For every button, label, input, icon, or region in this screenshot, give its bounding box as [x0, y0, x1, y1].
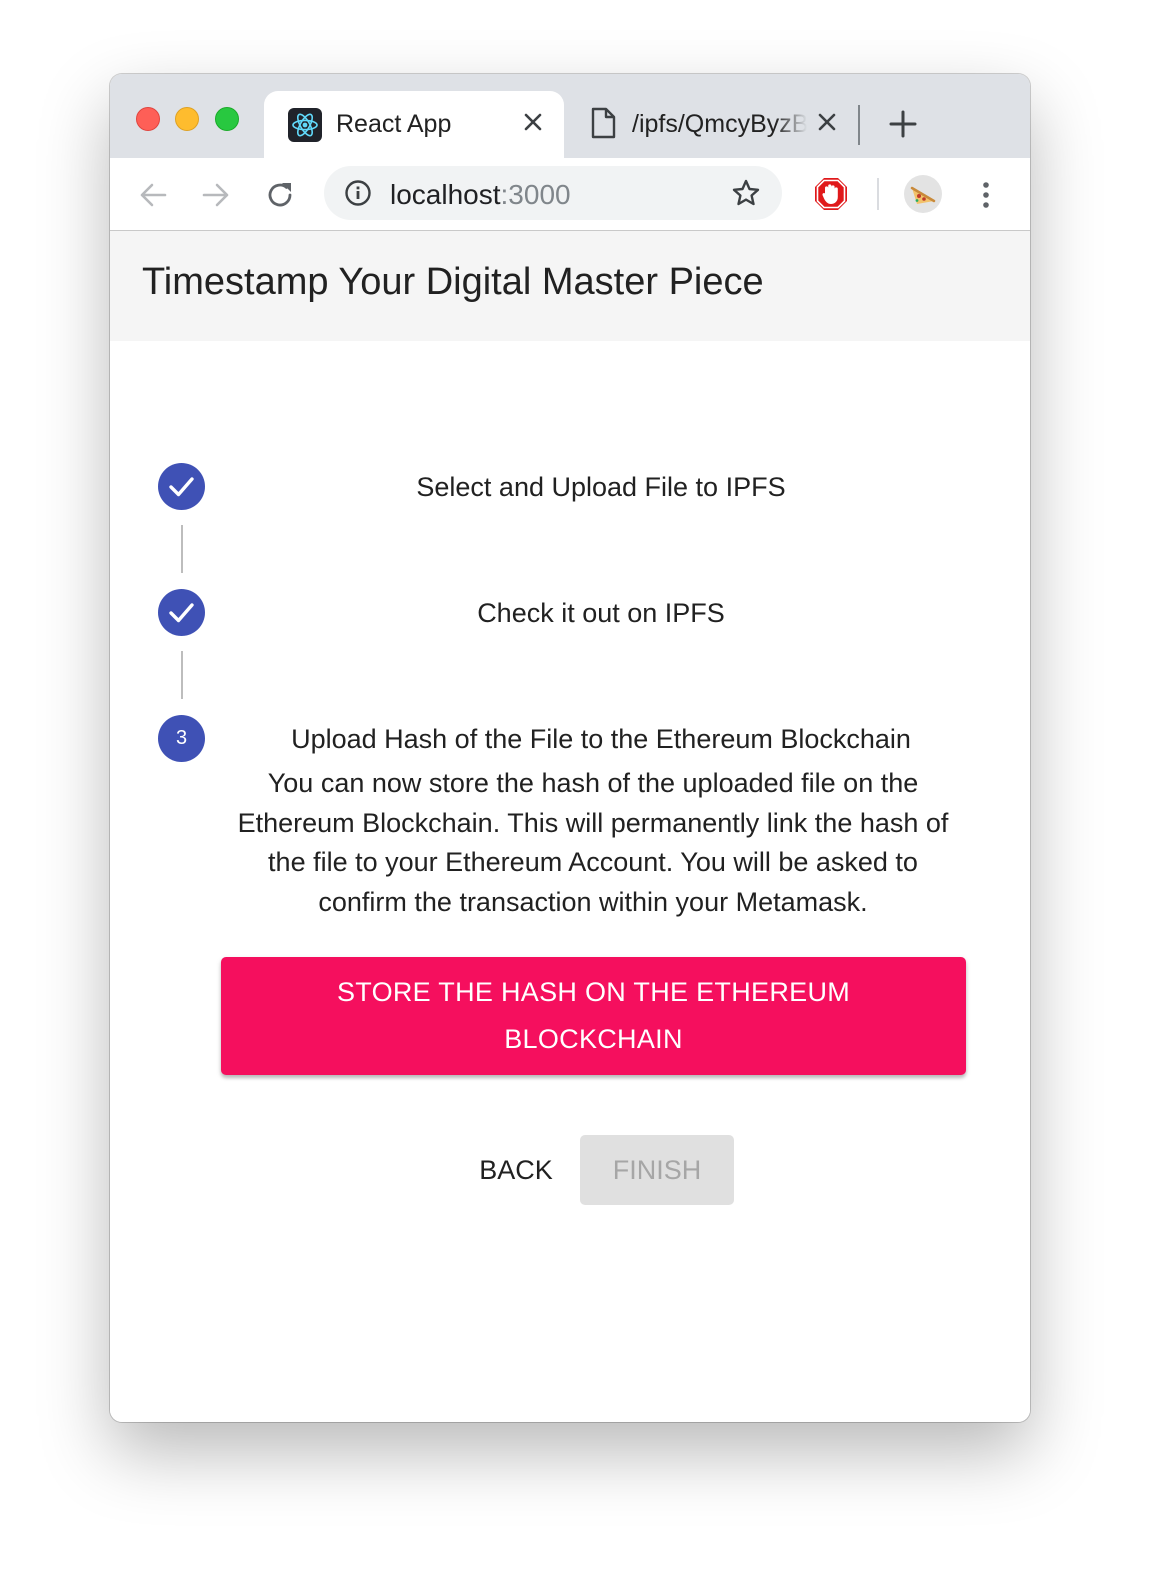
page-content: Timestamp Your Digital Master Piece Sele… — [110, 231, 1030, 1422]
tab-separator — [858, 105, 860, 145]
toolbar-separator — [877, 178, 879, 210]
step-2[interactable]: Check it out on IPFS — [110, 589, 1030, 637]
close-tab-icon[interactable] — [812, 107, 842, 137]
step-label: Upload Hash of the File to the Ethereum … — [291, 724, 911, 754]
step-label: Select and Upload File to IPFS — [416, 472, 786, 502]
stop-hand-icon[interactable] — [813, 176, 849, 212]
step-completed-check-icon — [158, 589, 205, 636]
plus-icon[interactable] — [887, 108, 919, 140]
step-number: 3 — [158, 715, 205, 762]
browser-toolbar: localhost:3000 — [110, 158, 1030, 231]
page-title: Timestamp Your Digital Master Piece — [142, 261, 764, 303]
address-bar[interactable]: localhost:3000 — [324, 166, 782, 220]
app-bar: Timestamp Your Digital Master Piece — [110, 231, 1030, 341]
step-completed-check-icon — [158, 463, 205, 510]
tab-strip: React App /ipfs/QmcyByzBq — [110, 74, 1030, 158]
tab-react-app[interactable]: React App — [264, 91, 564, 158]
document-icon — [588, 106, 618, 140]
window-close-button[interactable] — [136, 107, 160, 131]
arrow-left-icon[interactable] — [137, 179, 169, 211]
tab-title: /ipfs/QmcyByzBq — [632, 110, 807, 138]
browser-window: React App /ipfs/QmcyByzBq localhost:3000… — [110, 74, 1030, 1422]
window-maximize-button[interactable] — [215, 107, 239, 131]
window-minimize-button[interactable] — [175, 107, 199, 131]
step-1[interactable]: Select and Upload File to IPFS — [110, 463, 1030, 511]
step-connector — [181, 525, 183, 573]
step-label: Check it out on IPFS — [477, 598, 725, 628]
star-icon[interactable] — [731, 178, 761, 208]
finish-button[interactable]: FINISH — [580, 1135, 734, 1205]
step-connector — [181, 651, 183, 699]
store-hash-button[interactable]: STORE THE HASH ON THE ETHEREUM BLOCKCHAI… — [221, 957, 966, 1075]
tab-ipfs[interactable]: /ipfs/QmcyByzBq — [572, 91, 852, 158]
back-button[interactable]: BACK — [460, 1135, 572, 1205]
close-tab-icon[interactable] — [518, 107, 548, 137]
url-port: :3000 — [500, 179, 571, 210]
url-host: localhost — [390, 179, 501, 210]
more-vertical-icon[interactable] — [970, 179, 1002, 211]
arrow-right-icon[interactable] — [200, 179, 232, 211]
react-logo-icon — [288, 108, 322, 142]
step-description: You can now store the hash of the upload… — [237, 768, 949, 917]
url-text: localhost:3000 — [390, 179, 571, 211]
reload-icon[interactable] — [264, 179, 296, 211]
pizza-avatar-icon[interactable] — [903, 174, 943, 214]
tab-title: React App — [336, 110, 452, 138]
step-3[interactable]: 3 Upload Hash of the File to the Ethereu… — [110, 715, 1030, 763]
info-icon[interactable] — [344, 179, 372, 207]
